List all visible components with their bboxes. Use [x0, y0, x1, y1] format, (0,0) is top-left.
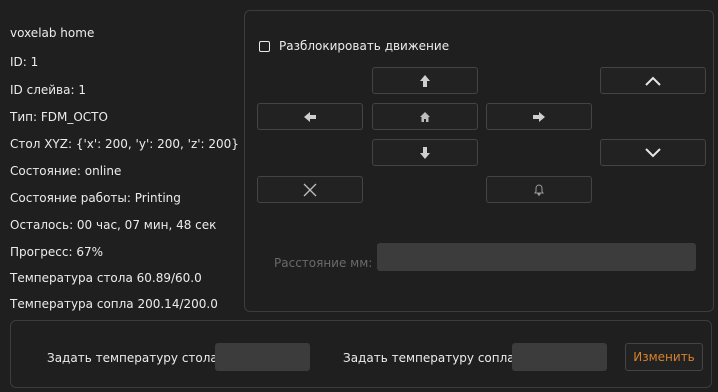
bell-icon	[534, 183, 544, 196]
distance-label: Расстояние мм:	[274, 256, 373, 270]
move-y-up-button[interactable]	[372, 67, 478, 94]
printer-job-status: Состояние работы: Printing	[10, 191, 181, 205]
printer-name: voxelab home	[10, 26, 95, 40]
printer-progress: Прогресс: 67%	[10, 245, 104, 259]
chevron-up-icon	[645, 76, 661, 86]
printer-remaining: Осталось: 00 час, 07 мин, 48 сек	[10, 218, 217, 232]
move-x-right-button[interactable]	[486, 103, 592, 130]
notify-button[interactable]	[486, 176, 592, 203]
bed-temp-label: Задать температуру стола	[47, 351, 218, 365]
unlock-movement[interactable]: Разблокировать движение	[259, 39, 449, 53]
home-button[interactable]	[372, 103, 478, 130]
printer-status: Состояние: online	[10, 164, 122, 178]
printer-id: ID: 1	[10, 55, 39, 69]
chevron-down-icon	[645, 147, 661, 158]
nozzle-temp-label: Задать температуру сопла	[343, 351, 515, 365]
close-icon	[303, 183, 317, 197]
move-z-up-button[interactable]	[600, 67, 706, 94]
unlock-movement-checkbox[interactable]	[259, 40, 270, 52]
move-x-left-button[interactable]	[257, 103, 363, 130]
arrow-down-icon	[420, 146, 430, 159]
printer-bed-temp: Температура стола 60.89/60.0	[10, 271, 202, 285]
arrow-left-icon	[304, 111, 316, 122]
printer-bed-xyz: Стол XYZ: {'x': 200, 'y': 200, 'z': 200}	[10, 137, 239, 151]
distance-input[interactable]	[377, 243, 696, 271]
stop-button[interactable]	[257, 176, 363, 203]
move-y-down-button[interactable]	[372, 139, 478, 166]
printer-type: Тип: FDM_OCTO	[10, 110, 108, 124]
printer-nozzle-temp: Температура сопла 200.14/200.0	[10, 297, 218, 311]
nozzle-temp-input[interactable]	[512, 343, 607, 371]
move-z-down-button[interactable]	[600, 139, 706, 166]
unlock-movement-label: Разблокировать движение	[279, 39, 450, 53]
movement-panel: Разблокировать движение Расстояние мм:	[244, 10, 714, 312]
temperature-panel: Задать температуру стола Задать температ…	[10, 320, 712, 388]
home-icon	[420, 111, 430, 122]
arrow-right-icon	[533, 111, 545, 122]
bed-temp-input[interactable]	[215, 343, 310, 371]
apply-button[interactable]: Изменить	[625, 343, 703, 371]
arrow-up-icon	[420, 74, 430, 87]
printer-slave-id: ID слейва: 1	[10, 83, 86, 97]
